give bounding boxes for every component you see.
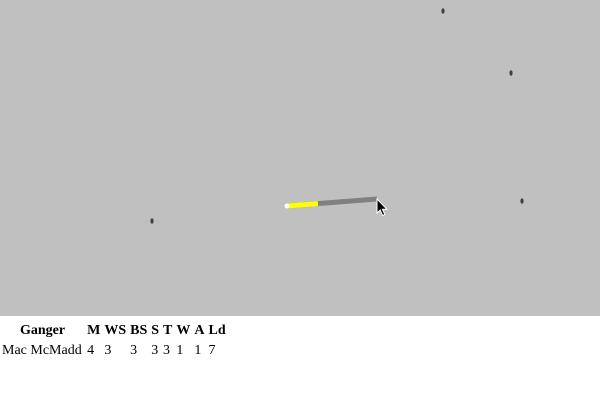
stat-t: 3 [163, 343, 171, 358]
ganger-stats-table: Ganger M WS BS S T W A Ld Mac McMadd 4 3… [0, 321, 228, 361]
stat-ws: 3 [104, 343, 112, 358]
header-s: S [151, 323, 160, 338]
stats-panel: Ganger M WS BS S T W A Ld Mac McMadd 4 3… [0, 316, 600, 400]
marker-3[interactable] [520, 198, 524, 204]
mouse-pointer-icon [376, 197, 388, 217]
game-board[interactable] [0, 0, 600, 316]
header-m: M [87, 323, 101, 338]
stat-bs: 3 [130, 343, 138, 358]
stat-m: 4 [87, 343, 95, 358]
marker-2[interactable] [509, 70, 513, 76]
table-row[interactable]: Mac McMadd 4 3 3 3 3 1 1 7 [0, 341, 228, 361]
marker-4[interactable] [150, 218, 154, 224]
header-a: A [194, 323, 205, 338]
marker-1[interactable] [441, 8, 445, 14]
terrain-marker-icon [509, 70, 513, 76]
header-t: T [163, 323, 173, 338]
ganger-position-marker[interactable] [284, 203, 290, 209]
board-canvas[interactable] [0, 0, 600, 316]
terrain-marker-icon [150, 218, 154, 224]
header-ld: Ld [208, 323, 226, 338]
header-ganger: Ganger [20, 323, 66, 338]
movement-line-covered [286, 201, 319, 209]
header-bs: BS [130, 323, 148, 338]
stats-header-row: Ganger M WS BS S T W A Ld [0, 321, 228, 341]
stat-s: 3 [151, 343, 159, 358]
stat-a: 1 [194, 343, 202, 358]
terrain-marker-icon [441, 8, 445, 14]
header-w: W [176, 323, 191, 338]
header-ws: WS [104, 323, 127, 338]
ganger-name: Mac McMadd [2, 343, 82, 358]
terrain-marker-icon [520, 198, 524, 204]
stat-w: 1 [176, 343, 184, 358]
movement-line [284, 196, 378, 209]
stat-ld: 7 [208, 343, 216, 358]
